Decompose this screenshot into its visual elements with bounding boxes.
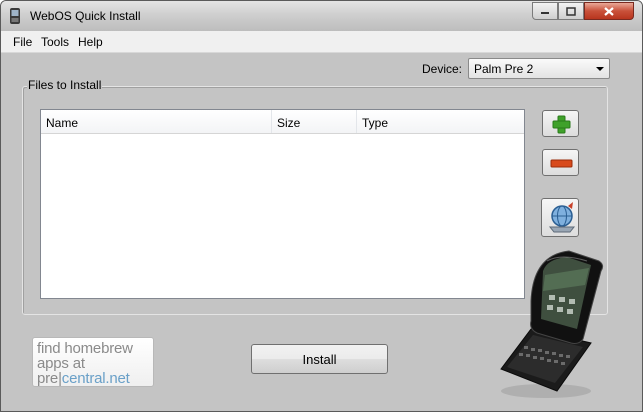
install-button[interactable]: Install: [251, 344, 388, 374]
maximize-button[interactable]: [558, 2, 584, 20]
close-icon: [604, 6, 614, 16]
column-header-size[interactable]: Size: [272, 110, 357, 133]
main-window: WebOS Quick Install File Tools Help Devi…: [0, 0, 643, 412]
menu-help[interactable]: Help: [78, 35, 103, 49]
close-button[interactable]: [584, 2, 634, 20]
menu-tools[interactable]: Tools: [41, 35, 69, 49]
minimize-button[interactable]: [532, 2, 558, 20]
palm-phone-icon: [10, 8, 20, 24]
globe-icon: [548, 202, 576, 233]
column-name-label: Name: [46, 116, 79, 130]
minimize-icon: [541, 12, 549, 14]
promo-pre: pre: [37, 370, 59, 387]
window-title: WebOS Quick Install: [30, 9, 141, 23]
list-header: Name Size Type: [41, 110, 524, 134]
column-type-label: Type: [362, 116, 389, 130]
column-header-type[interactable]: Type: [357, 110, 524, 133]
menu-bar: File Tools Help: [1, 31, 642, 53]
precentral-promo-logo[interactable]: find homebrew apps at pre|central.net: [32, 337, 154, 387]
install-button-label: Install: [302, 351, 337, 367]
maximize-icon: [566, 6, 576, 16]
promo-line-2: apps at: [37, 355, 85, 372]
title-bar[interactable]: WebOS Quick Install: [1, 1, 642, 31]
files-list[interactable]: Name Size Type: [40, 109, 525, 299]
device-selected-value: Palm Pre 2: [474, 62, 534, 76]
add-file-button[interactable]: [542, 110, 579, 137]
menu-file[interactable]: File: [13, 35, 32, 49]
files-to-install-title: Files to Install: [27, 78, 103, 92]
palm-pre-phone-image: [500, 250, 604, 398]
column-size-label: Size: [277, 116, 301, 130]
online-install-button[interactable]: [541, 198, 579, 237]
remove-file-button[interactable]: [542, 149, 579, 176]
device-select[interactable]: Palm Pre 2: [468, 58, 610, 79]
device-label: Device:: [422, 62, 463, 76]
promo-line-1: find homebrew: [37, 340, 133, 357]
promo-domain: central.net: [61, 370, 130, 387]
remove-icon: [550, 159, 573, 168]
add-icon: [552, 115, 571, 134]
column-header-name[interactable]: Name: [41, 110, 272, 133]
promo-line-3: pre|central.net: [37, 371, 130, 386]
chevron-down-icon: [596, 67, 604, 71]
